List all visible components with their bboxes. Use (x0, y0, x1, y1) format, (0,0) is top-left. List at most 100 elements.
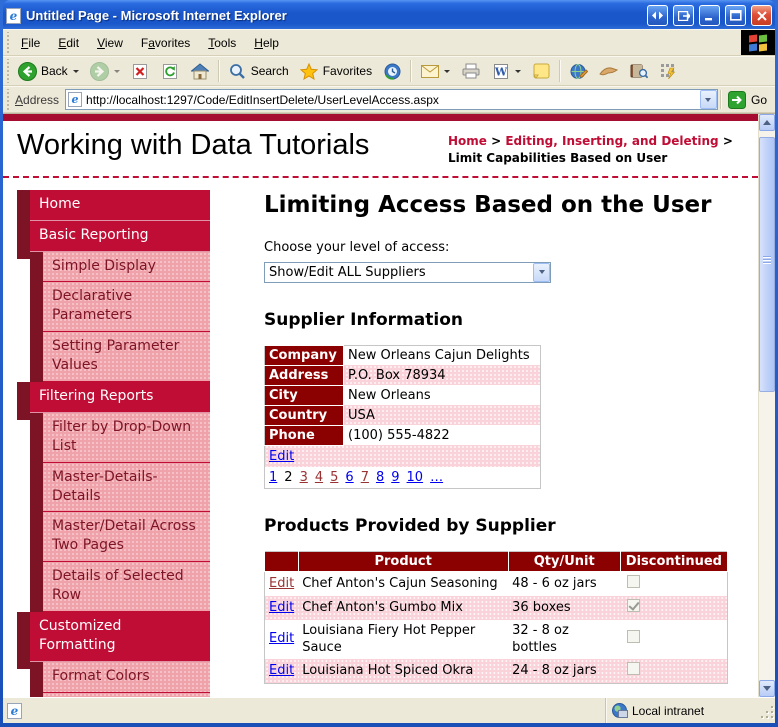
sidebar-item-label[interactable]: Customized Formatting (30, 612, 210, 662)
menu-edit[interactable]: Edit (49, 32, 88, 54)
title-bar[interactable]: e Untitled Page - Microsoft Internet Exp… (3, 0, 775, 29)
product-edit-link[interactable]: Edit (269, 576, 294, 591)
breadcrumb-link-section[interactable]: Editing, Inserting, and Deleting (505, 134, 718, 148)
hand-tool-button[interactable] (594, 60, 623, 83)
breadcrumb-link-home[interactable]: Home (448, 134, 487, 148)
menu-view[interactable]: View (88, 32, 132, 54)
sidebar-item-setting-parameter-values[interactable]: Setting Parameter Values (30, 332, 210, 383)
go-button[interactable]: Go (724, 89, 773, 110)
search-button[interactable]: Search (223, 60, 294, 83)
sidebar-item-basic-reporting[interactable]: Basic Reporting (17, 220, 210, 259)
sidebar-item-custom-content-in-a-gridview[interactable]: Custom Content in a GridView (30, 692, 210, 697)
sidebar-item-customized-formatting[interactable]: Customized Formatting (17, 612, 210, 669)
toolbar-drag-handle[interactable] (4, 59, 11, 83)
mail-dropdown-icon[interactable] (444, 69, 451, 73)
mail-button[interactable] (415, 60, 455, 83)
pager-page-link[interactable]: 8 (376, 470, 384, 485)
home-button[interactable] (186, 60, 215, 83)
back-button[interactable]: Back (13, 60, 84, 83)
scroll-up-button[interactable] (759, 114, 775, 131)
product-row: Edit Louisiana Hot Spiced Okra 24 - 8 oz j… (264, 658, 728, 684)
favorites-button[interactable]: Favorites (295, 60, 377, 83)
edit-with-word-button[interactable]: W (486, 60, 526, 83)
detach-window-button[interactable] (673, 5, 694, 26)
resize-grip[interactable] (759, 704, 773, 718)
pager-page-link[interactable]: 6 (345, 470, 353, 485)
menu-help[interactable]: Help (245, 32, 288, 54)
page-icon: e (68, 92, 83, 107)
discontinued-checkbox[interactable] (627, 574, 641, 588)
refresh-button[interactable] (156, 60, 185, 83)
sidebar-item-label[interactable]: Declarative Parameters (43, 282, 210, 333)
sidebar-item-label[interactable]: Setting Parameter Values (43, 332, 210, 383)
pager-page-link[interactable]: 9 (391, 470, 399, 485)
pager-page-link[interactable]: 3 (300, 470, 308, 485)
breadcrumb-current: Limit Capabilities Based on User (448, 151, 668, 166)
sidebar-item-format-colors[interactable]: Format Colors (30, 661, 210, 693)
discontinued-checkbox[interactable] (627, 599, 641, 613)
pager-page-link[interactable]: 7 (361, 470, 369, 485)
address-dropdown-button[interactable] (699, 90, 717, 109)
forward-dropdown-icon[interactable] (113, 69, 120, 73)
pager-page-link[interactable]: 10 (407, 470, 424, 485)
sidebar-item-declarative-parameters[interactable]: Declarative Parameters (30, 282, 210, 333)
sidebar-item-master-details-details[interactable]: Master-Details-Details (30, 462, 210, 513)
close-button[interactable] (751, 5, 772, 26)
svg-text:W: W (493, 65, 507, 78)
menu-file[interactable]: File (12, 32, 49, 54)
discontinued-checkbox[interactable] (627, 630, 641, 644)
addressbar-drag-handle[interactable] (4, 89, 11, 110)
maximize-button[interactable] (725, 5, 746, 26)
stop-button[interactable] (126, 60, 155, 83)
vertical-scrollbar[interactable] (758, 114, 775, 697)
field-label: Company (264, 344, 344, 366)
scroll-down-button[interactable] (759, 680, 775, 697)
supplier-edit-link[interactable]: Edit (269, 449, 294, 464)
discuss-button[interactable] (527, 60, 556, 83)
minimize-button[interactable] (699, 5, 720, 26)
pan-left-right-button[interactable] (647, 5, 668, 26)
research-book-button[interactable] (624, 60, 653, 83)
menubar-drag-handle[interactable] (4, 32, 11, 53)
messenger-grid-button[interactable] (654, 60, 683, 83)
supplier-field-row: Country USA (264, 404, 541, 426)
print-button[interactable] (456, 60, 485, 83)
sidebar-item-details-of-selected-row[interactable]: Details of Selected Row (30, 562, 210, 613)
menu-favorites[interactable]: Favorites (132, 32, 199, 54)
field-label: Address (264, 364, 344, 386)
sidebar-item-label[interactable]: Master/Detail Across Two Pages (43, 512, 210, 563)
sidebar-item-label[interactable]: Format Colors (43, 661, 210, 693)
pager-page-link[interactable]: 1 (269, 470, 277, 485)
sidebar-item-label[interactable]: Master-Details-Details (43, 462, 210, 513)
pager-page-link[interactable]: 5 (330, 470, 338, 485)
sidebar-item-label[interactable]: Custom Content in a GridView (43, 692, 210, 697)
sidebar-item-label[interactable]: Filter by Drop-Down List (43, 412, 210, 463)
sidebar-item-simple-display[interactable]: Simple Display (30, 251, 210, 283)
sidebar-item-label[interactable]: Details of Selected Row (43, 562, 210, 613)
sidebar-item-filtering-reports[interactable]: Filtering Reports (17, 382, 210, 420)
forward-button[interactable] (85, 60, 125, 83)
pager-page-link[interactable]: … (430, 470, 443, 485)
sidebar-item-master-detail-across-two-pages[interactable]: Master/Detail Across Two Pages (30, 512, 210, 563)
edit-word-dropdown-icon[interactable] (515, 69, 522, 73)
sidebar-item-label[interactable]: Filtering Reports (30, 382, 210, 413)
address-url[interactable]: http://localhost:1297/Code/EditInsertDel… (86, 93, 700, 107)
product-edit-link[interactable]: Edit (269, 631, 294, 646)
product-edit-link[interactable]: Edit (269, 663, 294, 678)
back-dropdown-icon[interactable] (72, 69, 79, 73)
product-edit-link[interactable]: Edit (269, 600, 294, 615)
sidebar-item-label[interactable]: Basic Reporting (30, 220, 210, 252)
address-input[interactable]: e http://localhost:1297/Code/EditInsertD… (65, 89, 718, 110)
sidebar-item-home[interactable]: Home (17, 189, 210, 228)
discontinued-checkbox[interactable] (627, 661, 641, 675)
menu-tools[interactable]: Tools (199, 32, 245, 54)
globe-edit-button[interactable] (564, 60, 593, 83)
sidebar-item-label[interactable]: Home (30, 189, 210, 221)
pager-page-link[interactable]: 4 (315, 470, 323, 485)
sidebar-item-filter-by-drop-down-list[interactable]: Filter by Drop-Down List (30, 412, 210, 463)
access-level-select[interactable]: Show/Edit ALL Suppliers (264, 261, 551, 283)
sidebar-item-label[interactable]: Simple Display (43, 251, 210, 283)
history-button[interactable] (378, 60, 407, 83)
scrollbar-thumb[interactable] (759, 137, 775, 392)
select-dropdown-icon[interactable] (533, 262, 550, 282)
